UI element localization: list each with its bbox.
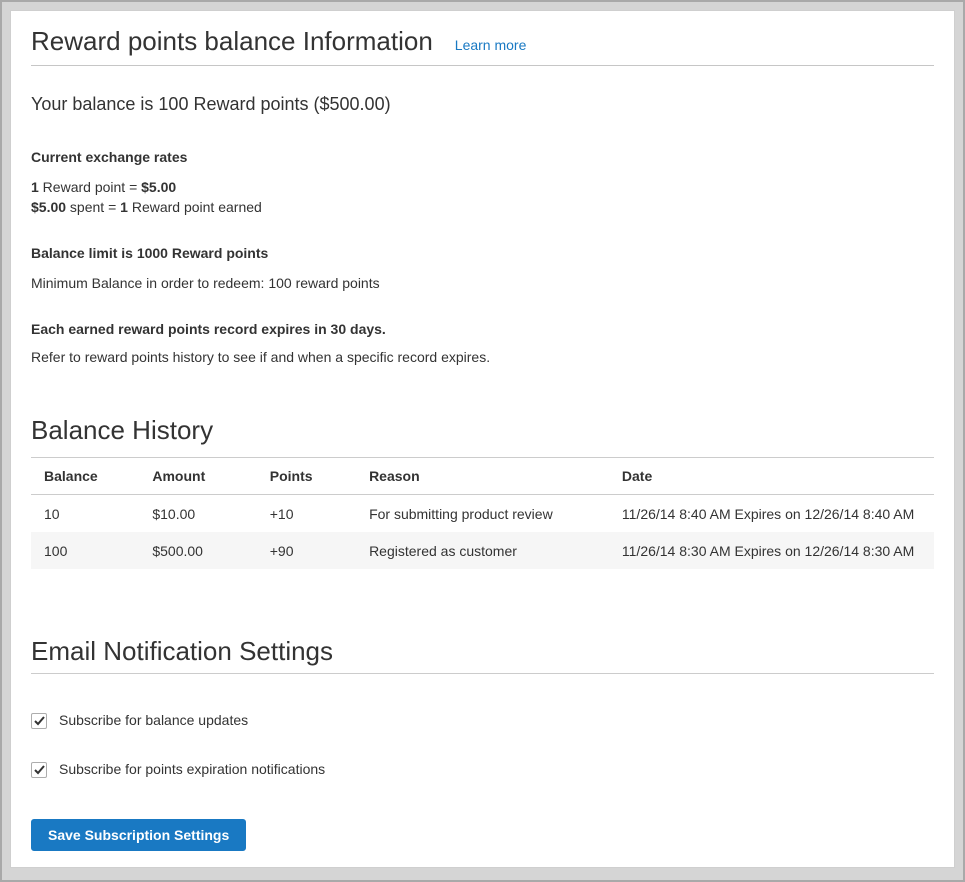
rate-currency-value: $5.00 [141, 179, 176, 195]
reward-points-panel: Reward points balance Information Learn … [10, 10, 955, 868]
spend-currency-value: $5.00 [31, 199, 66, 215]
cell-balance: 10 [31, 495, 139, 533]
column-header-balance: Balance [31, 458, 139, 495]
rate-line-point-to-currency: 1 Reward point = $5.00 [31, 179, 176, 195]
exchange-rates-heading: Current exchange rates [31, 148, 934, 167]
balance-history-title: Balance History [31, 415, 934, 445]
cell-points: +90 [257, 532, 356, 569]
rate-line1-text: Reward point = [39, 179, 141, 195]
rate-points-value: 1 [31, 179, 39, 195]
option-label: Subscribe for points expiration notifica… [59, 760, 325, 779]
table-header: Balance Amount Points Reason Date [31, 458, 934, 495]
exchange-rate-lines: 1 Reward point = $5.00$5.00 spent = 1 Re… [31, 177, 934, 217]
column-header-date: Date [609, 458, 934, 495]
expiration-note: Refer to reward points history to see if… [31, 348, 934, 367]
rate-line2-rest: Reward point earned [128, 199, 262, 215]
balance-updates-checkbox[interactable] [31, 713, 47, 729]
column-header-reason: Reason [356, 458, 609, 495]
table-row: 10 $10.00 +10 For submitting product rev… [31, 495, 934, 533]
notification-divider [31, 673, 934, 674]
cell-balance: 100 [31, 532, 139, 569]
column-header-amount: Amount [139, 458, 256, 495]
page-title: Reward points balance Information [31, 26, 433, 56]
points-expiration-checkbox[interactable] [31, 762, 47, 778]
cell-reason: For submitting product review [356, 495, 609, 533]
balance-limit-text: Balance limit is 1000 Reward points [31, 244, 934, 263]
learn-more-link[interactable]: Learn more [455, 37, 527, 53]
page-header: Reward points balance Information Learn … [31, 26, 934, 56]
cell-amount: $10.00 [139, 495, 256, 533]
cell-points: +10 [257, 495, 356, 533]
save-subscription-settings-button[interactable]: Save Subscription Settings [31, 819, 246, 851]
minimum-balance-text: Minimum Balance in order to redeem: 100 … [31, 274, 934, 293]
table-row: 100 $500.00 +90 Registered as customer 1… [31, 532, 934, 569]
subscribe-balance-updates-option[interactable]: Subscribe for balance updates [31, 711, 248, 730]
header-divider [31, 65, 934, 66]
rate-line2-text: spent = [66, 199, 120, 215]
column-header-points: Points [257, 458, 356, 495]
checkmark-icon [34, 765, 45, 775]
cell-reason: Registered as customer [356, 532, 609, 569]
cell-amount: $500.00 [139, 532, 256, 569]
subscribe-points-expiration-option[interactable]: Subscribe for points expiration notifica… [31, 760, 325, 779]
cell-date: 11/26/14 8:40 AM Expires on 12/26/14 8:4… [609, 495, 934, 533]
checkmark-icon [34, 716, 45, 726]
cell-date: 11/26/14 8:30 AM Expires on 12/26/14 8:3… [609, 532, 934, 569]
expiration-heading: Each earned reward points record expires… [31, 320, 934, 339]
screen: Reward points balance Information Learn … [0, 0, 965, 882]
email-notification-settings-title: Email Notification Settings [31, 636, 934, 666]
earned-points-value: 1 [120, 199, 128, 215]
rate-line-currency-to-point: $5.00 spent = 1 Reward point earned [31, 199, 262, 215]
balance-summary: Your balance is 100 Reward points ($500.… [31, 93, 934, 115]
option-label: Subscribe for balance updates [59, 711, 248, 730]
balance-history-table: Balance Amount Points Reason Date 10 $10… [31, 457, 934, 569]
